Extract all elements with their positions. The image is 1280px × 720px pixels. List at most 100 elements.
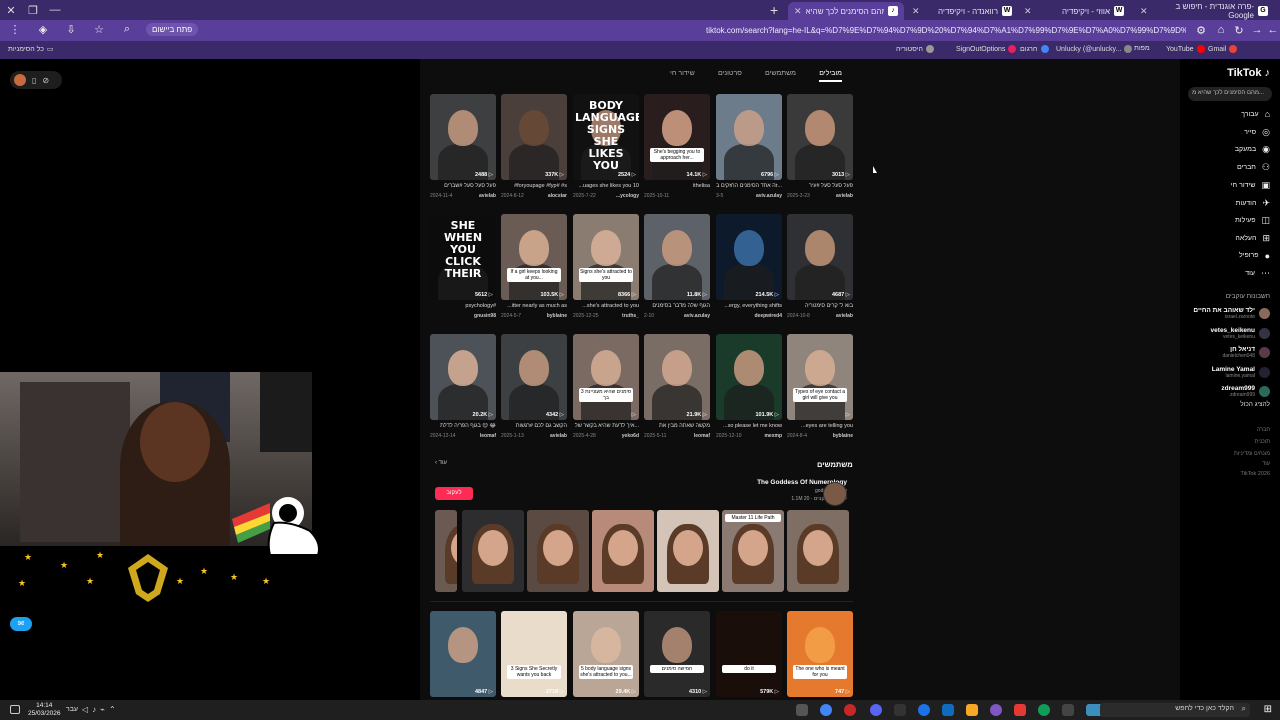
video-description[interactable]: זה אחד הסימנים החזקים ב... <box>716 183 782 190</box>
user-video-thumb[interactable] <box>462 510 524 592</box>
video-author[interactable]: avielab <box>479 193 496 199</box>
user-avatar[interactable] <box>823 482 847 506</box>
video-author[interactable]: byblaine <box>547 313 567 319</box>
video-description[interactable]: הגוף שלה מדבר בסימנים <box>644 303 710 310</box>
video-thumbnail[interactable]: 5 body language signs she's attracted to… <box>573 611 639 697</box>
video-description[interactable]: ...she's attracted to you <box>573 303 639 310</box>
bookmark-gmail[interactable]: Gmail <box>1208 45 1238 53</box>
tiktok-logo[interactable]: TikTok ♪ <box>1227 67 1270 79</box>
bookmark-history[interactable]: היסטוריה <box>896 45 934 53</box>
video-description[interactable]: ...uages she likes you 10 <box>573 183 639 190</box>
search-input[interactable]: מהם הסימנים לכך שהיא מ... <box>1188 87 1272 101</box>
task-view-icon[interactable] <box>1062 704 1074 716</box>
close-window-icon[interactable]: ✕ <box>0 4 22 17</box>
star-icon[interactable]: ☆ <box>90 23 108 36</box>
nav-item-explore[interactable]: סייר ◎ <box>1244 127 1270 138</box>
video-description[interactable]: בוא ל' קרים סימטריה <box>787 303 853 310</box>
video-thumbnail[interactable]: 3 Signs She Secretly wants you back 2718 … <box>501 611 567 697</box>
users-more-link[interactable]: ‹ עוד <box>435 460 447 466</box>
video-thumbnail[interactable]: 3 סימנים שהיא מעוניינת בך ▷ <box>573 334 639 420</box>
video-author[interactable]: avielab <box>550 433 567 439</box>
video-author[interactable]: leomaf <box>480 433 496 439</box>
video-author[interactable]: mexmp <box>764 433 782 439</box>
tab-tiktok-search[interactable]: ✕ מצאו 'מהם הסימנים לכך שהיא... ♪ <box>788 2 904 20</box>
video-thumbnail[interactable]: The one who is meant for you 747 ▷ <box>787 611 853 697</box>
video-thumbnail[interactable]: If a girl keeps looking at you... 103.5K … <box>501 214 567 300</box>
close-tab-icon[interactable]: ✕ <box>1024 6 1032 17</box>
tab-wiki-goose[interactable]: ✕ אווזי - ויקיפדיה W <box>1018 2 1130 20</box>
video-thumbnail[interactable]: 4847 ▷ <box>430 611 496 697</box>
video-card[interactable]: Types of eye contact a girl will give yo… <box>787 334 853 439</box>
nav-item-friends[interactable]: חברים ⚇ <box>1237 162 1270 173</box>
menu-dots-icon[interactable]: ⋮ <box>6 23 24 36</box>
video-card[interactable]: 21.9K ▷ מקשה שאתה מבין את 2025-5-11 leomaf <box>644 334 710 439</box>
nav-item-live[interactable]: שידור חי ▣ <box>1231 180 1270 191</box>
close-tab-icon[interactable]: ✕ <box>1140 6 1148 17</box>
file-explorer-icon[interactable] <box>966 704 978 716</box>
system-clock[interactable]: 14:14 25/03/2026 <box>28 702 61 718</box>
windows-start-icon[interactable]: ⊞ <box>1264 704 1272 715</box>
user-video-thumb[interactable] <box>435 510 457 592</box>
bookmark-signout[interactable]: SignOutOptions <box>956 45 1017 53</box>
video-author[interactable]: avielab <box>836 313 853 319</box>
following-account[interactable]: zdream999 zdream999 <box>1221 385 1270 398</box>
reload-icon[interactable]: ↻ <box>1230 24 1248 37</box>
extension-icon[interactable]: ◈ <box>34 23 52 36</box>
footer-program[interactable]: תוכנית <box>1255 439 1270 445</box>
minimize-window-icon[interactable]: — <box>44 4 66 16</box>
video-thumbnail[interactable]: 101.9K ▷ <box>716 334 782 420</box>
following-account[interactable]: ילד שאוהב את החיים israel.zaroote <box>1193 307 1270 320</box>
chat-bubble-icon[interactable]: ✉ <box>10 617 32 631</box>
tab-users[interactable]: משתמשים <box>765 70 796 82</box>
close-tab-icon[interactable]: ✕ <box>794 6 802 17</box>
chrome-icon[interactable] <box>820 704 832 716</box>
video-card[interactable]: 214.5K ▷ ...ergy, everything shifts deepwi… <box>716 214 782 319</box>
video-description[interactable]: איך לדעת שהיא בקשר של... <box>573 423 639 430</box>
video-thumbnail[interactable]: 214.5K ▷ <box>716 214 782 300</box>
video-card[interactable]: 3 סימנים שהיא מעוניינת בך ▷ איך לדעת שהיא… <box>573 334 639 439</box>
nav-item-following[interactable]: במעקב ◉ <box>1235 144 1270 155</box>
video-description[interactable]: ithelisa <box>644 183 710 190</box>
video-author[interactable]: avielab <box>836 193 853 199</box>
video-thumbnail[interactable]: Signs she's attracted to you 8366 ▷ <box>573 214 639 300</box>
terminal-icon[interactable] <box>894 704 906 716</box>
nav-item-more[interactable]: עוד ⋯ <box>1245 268 1270 279</box>
nav-item-activity[interactable]: פעילות ◫ <box>1235 215 1270 226</box>
video-author[interactable]: gnusin98 <box>474 313 496 319</box>
footer-more[interactable]: עוד <box>1262 461 1270 467</box>
video-author[interactable]: leomaf <box>694 433 710 439</box>
video-thumbnail[interactable]: She's begging you to approach her... 14.1… <box>644 94 710 180</box>
video-card[interactable]: Signs she's attracted to you 8366 ▷ ...she… <box>573 214 639 319</box>
video-thumbnail[interactable]: 11.8K ▷ <box>644 214 710 300</box>
app-icon-red[interactable] <box>1014 704 1026 716</box>
url-field[interactable]: tiktok.com/search?lang=he-IL&q=%D7%9E%D7… <box>706 23 1186 38</box>
nav-item-messages[interactable]: הודעות ✈ <box>1236 198 1270 209</box>
user-video-thumb[interactable] <box>527 510 589 592</box>
bookmark-maps[interactable]: מפות <box>1134 45 1150 52</box>
search-icon[interactable]: ⌕ <box>118 23 136 36</box>
video-description[interactable]: ...eyes are telling you <box>787 423 853 430</box>
video-card[interactable]: 337K ▷ #foryoupage #fyp# #s 2024-8-12 alocs… <box>501 94 567 199</box>
video-card[interactable]: 20.2K ▷ בגוף הפריה לדלת 😊 😂 2024-12-14 leom… <box>430 334 496 439</box>
extension-pill[interactable]: ▯ ⊘ <box>10 71 62 89</box>
video-thumbnail[interactable]: BODY LANGUAGE SIGNS SHE LIKES YOU 2524 ▷ <box>573 94 639 180</box>
store-icon[interactable] <box>942 704 954 716</box>
video-card[interactable]: If a girl keeps looking at you... 103.5K … <box>501 214 567 319</box>
video-author[interactable]: deepwired4 <box>754 313 782 319</box>
bookmark-youtube[interactable]: YouTube <box>1166 45 1205 53</box>
following-account[interactable]: דניאל חן danielchen048 <box>1222 346 1270 359</box>
user-video-thumb[interactable] <box>657 510 719 592</box>
video-thumbnail[interactable]: 3013 ▷ <box>787 94 853 180</box>
input-language[interactable]: עבר <box>66 706 78 713</box>
tune-icon[interactable]: ⚙ <box>1192 24 1210 37</box>
notifications-icon[interactable] <box>10 705 20 714</box>
video-author[interactable]: alocstar <box>548 193 567 199</box>
tab-live[interactable]: שידור חי <box>670 70 695 82</box>
home-icon[interactable]: ⌂ <box>1212 24 1230 36</box>
video-author[interactable]: truths_ <box>622 313 639 319</box>
app-icon[interactable] <box>990 704 1002 716</box>
video-thumbnail[interactable]: 21.9K ▷ <box>644 334 710 420</box>
taskbar-search-input[interactable]: הקלד כאן כדי לחפש ⌕ <box>1100 703 1250 717</box>
video-description[interactable]: הקשב גם לכם #רגשות <box>501 423 567 430</box>
new-tab-button[interactable]: + <box>770 2 786 18</box>
